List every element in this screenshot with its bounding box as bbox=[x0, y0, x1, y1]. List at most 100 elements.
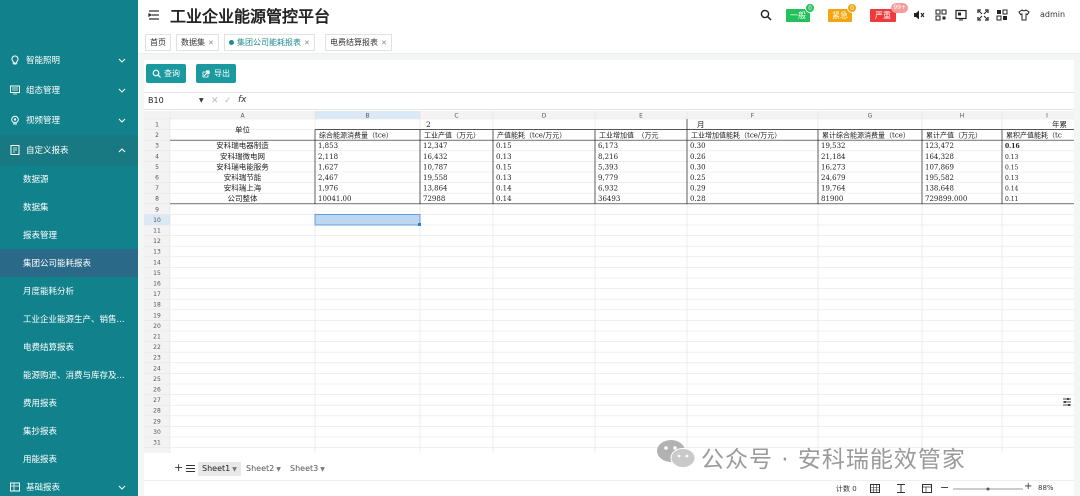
cell-reference-input[interactable]: B10 bbox=[148, 96, 164, 105]
data-cell: 0.16 bbox=[1005, 143, 1020, 150]
row-header: 22 bbox=[153, 344, 161, 351]
shirt-icon[interactable] bbox=[1018, 9, 1030, 21]
sidebar-subitem-10[interactable]: 集抄报表 bbox=[0, 417, 138, 445]
fill-handle[interactable] bbox=[418, 223, 421, 226]
zoom-out-icon[interactable]: − bbox=[940, 481, 949, 494]
monitor-icon bbox=[10, 85, 20, 95]
sidebar-item-lighting[interactable]: 智能照明 bbox=[0, 45, 138, 75]
function-icon[interactable]: fx bbox=[238, 95, 247, 105]
sidebar-subitem-1[interactable]: 数据源 bbox=[0, 165, 138, 193]
chevron-down-icon[interactable]: ▼ bbox=[320, 466, 325, 473]
chevron-down-icon[interactable]: ▼ bbox=[276, 466, 281, 473]
sheet-tab-3[interactable]: Sheet3 ▼ bbox=[286, 462, 329, 476]
zoom-slider[interactable] bbox=[953, 487, 1023, 491]
sidebar-subitem-2[interactable]: 数据集 bbox=[0, 193, 138, 221]
chevron-down-icon bbox=[118, 118, 126, 123]
sidebar-item-lighting-label: 智能照明 bbox=[26, 56, 61, 66]
tab-home[interactable]: 首页 bbox=[145, 34, 171, 51]
sidebar-item-scada[interactable]: 组态管理 bbox=[0, 75, 138, 105]
confirm-edit-icon[interactable]: ✓ bbox=[224, 96, 232, 106]
zoom-level: 88% bbox=[1038, 484, 1054, 492]
tab-group-energy-report[interactable]: 集团公司能耗报表 ✕ bbox=[224, 34, 315, 51]
chevron-up-icon bbox=[118, 148, 126, 153]
chevron-down-icon[interactable]: ▼ bbox=[199, 97, 204, 104]
sidebar-subitem-8[interactable]: 能源购进、消费与库存及... bbox=[0, 361, 138, 389]
camera-icon bbox=[11, 115, 19, 125]
fullscreen-icon[interactable] bbox=[977, 9, 989, 21]
row-header: 19 bbox=[153, 312, 161, 319]
grid-icon[interactable] bbox=[996, 9, 1008, 21]
sheet-tab-1[interactable]: Sheet1 ▼ bbox=[198, 462, 241, 476]
row-header: 3 bbox=[155, 143, 159, 150]
row-header: 6 bbox=[155, 175, 159, 182]
alarm-tag-urgent-label: 紧急 bbox=[832, 11, 848, 20]
search-icon[interactable] bbox=[760, 9, 772, 21]
user-name[interactable]: admin bbox=[1040, 10, 1065, 19]
alarm-tag-severe[interactable]: 严重 99+ bbox=[870, 3, 908, 22]
data-cell: 164,328 bbox=[925, 153, 954, 161]
alarm-tag-normal-label: 一般 bbox=[790, 11, 806, 20]
alarm-tag-normal[interactable]: 一般 0 bbox=[786, 3, 815, 22]
screen-icon[interactable] bbox=[955, 9, 967, 21]
report-icon bbox=[10, 145, 20, 155]
sidebar-subitem-4[interactable]: 集团公司能耗报表 bbox=[0, 249, 138, 277]
column-header: H bbox=[960, 113, 965, 120]
sidebar-subitem-3[interactable]: 报表管理 bbox=[0, 221, 138, 249]
row-header: 16 bbox=[153, 281, 161, 288]
row-header: 26 bbox=[153, 387, 161, 394]
sidebar-item-custom-report-label: 自定义报表 bbox=[26, 146, 69, 156]
sidebar-item-custom-report[interactable]: 自定义报表 bbox=[0, 135, 138, 165]
column-header: G bbox=[868, 113, 873, 120]
sidebar-subitem-7[interactable]: 电费结算报表 bbox=[0, 333, 138, 361]
chevron-down-icon[interactable]: ▼ bbox=[232, 466, 237, 473]
sidebar-item-video[interactable]: 视频管理 bbox=[0, 105, 138, 135]
data-cell: 19,558 bbox=[423, 174, 448, 182]
header: 工业企业能源管控平台 一般 0 紧急 0 严重 99+ admin bbox=[138, 0, 1080, 32]
row-header: 10 bbox=[153, 217, 161, 224]
sidebar-subitem-5-label: 月度能耗分析 bbox=[23, 287, 75, 297]
close-icon[interactable]: ✕ bbox=[381, 39, 387, 47]
column-header-bar[interactable] bbox=[144, 111, 1074, 119]
alarm-tag-urgent[interactable]: 紧急 0 bbox=[828, 3, 857, 22]
spreadsheet-grid[interactable]: A B C D E F G H I 1 2 3 4 5 6 7 8 9 10 11 12 13 14 15 16 17 18 19 20… bbox=[144, 111, 1074, 453]
row-header: 9 bbox=[155, 206, 159, 213]
header-cell-clip: 累计产值（万元） bbox=[926, 131, 982, 140]
data-cell: 0.30 bbox=[690, 142, 706, 150]
selected-cell[interactable] bbox=[314, 214, 421, 226]
settings-sliders-icon[interactable] bbox=[1062, 397, 1072, 407]
query-button[interactable]: 查询 bbox=[146, 64, 186, 83]
wechat-icon bbox=[657, 440, 696, 468]
wechat-watermark: 公众号 · 安科瑞能效管家 bbox=[655, 436, 1055, 473]
tab-electric-bill-report[interactable]: 电费结算报表 ✕ bbox=[325, 34, 392, 51]
sidebar: 智能照明组态管理视频管理自定义报表数据源 数据集 报表管理 集团公司能耗报表月度能耗分… bbox=[0, 0, 138, 496]
export-button[interactable]: 导出 bbox=[196, 64, 236, 83]
data-cell: 1,976 bbox=[318, 185, 339, 193]
qrcode-icon[interactable] bbox=[935, 9, 947, 21]
sheet-tab-2[interactable]: Sheet2 ▼ bbox=[242, 462, 285, 476]
row-header: 27 bbox=[153, 397, 161, 404]
mute-icon[interactable] bbox=[913, 9, 925, 21]
zoom-in-icon[interactable]: + bbox=[1024, 481, 1032, 492]
sidebar-item-video-label: 视频管理 bbox=[26, 116, 61, 126]
close-icon[interactable]: ✕ bbox=[208, 39, 214, 47]
spreadsheet-canvas[interactable]: A B C D E F G H I1234567891011121314151617181920… bbox=[144, 111, 1074, 453]
sidebar-subitem-11[interactable]: 用能报表 bbox=[0, 445, 138, 473]
sheet-list-icon[interactable] bbox=[186, 464, 195, 473]
data-cell: 10041.00 bbox=[318, 195, 351, 203]
tab-dataset[interactable]: 数据集 ✕ bbox=[176, 34, 219, 51]
sidebar-item-basic-report[interactable]: 基础报表 bbox=[0, 473, 138, 496]
data-cell: 0.15 bbox=[1005, 164, 1019, 171]
sidebar-subitem-6[interactable]: 工业企业能源生产、销售... bbox=[0, 305, 138, 333]
sidebar-subitem-9[interactable]: 费用报表 bbox=[0, 389, 138, 417]
page-break-view-icon[interactable] bbox=[896, 484, 906, 493]
normal-view-icon[interactable] bbox=[870, 484, 880, 493]
add-sheet-icon[interactable]: + bbox=[174, 461, 183, 474]
menu-toggle-icon[interactable] bbox=[148, 9, 160, 21]
page-layout-view-icon[interactable] bbox=[922, 484, 932, 493]
data-cell: 16,432 bbox=[423, 153, 448, 161]
tabs-bar: 首页 数据集 ✕ 集团公司能耗报表 ✕ 电费结算报表 ✕ bbox=[138, 32, 1080, 54]
sidebar-subitem-5[interactable]: 月度能耗分析 bbox=[0, 277, 138, 305]
cancel-edit-icon[interactable]: ✕ bbox=[211, 96, 219, 106]
row-header: 29 bbox=[153, 418, 161, 425]
close-icon[interactable]: ✕ bbox=[304, 39, 310, 47]
